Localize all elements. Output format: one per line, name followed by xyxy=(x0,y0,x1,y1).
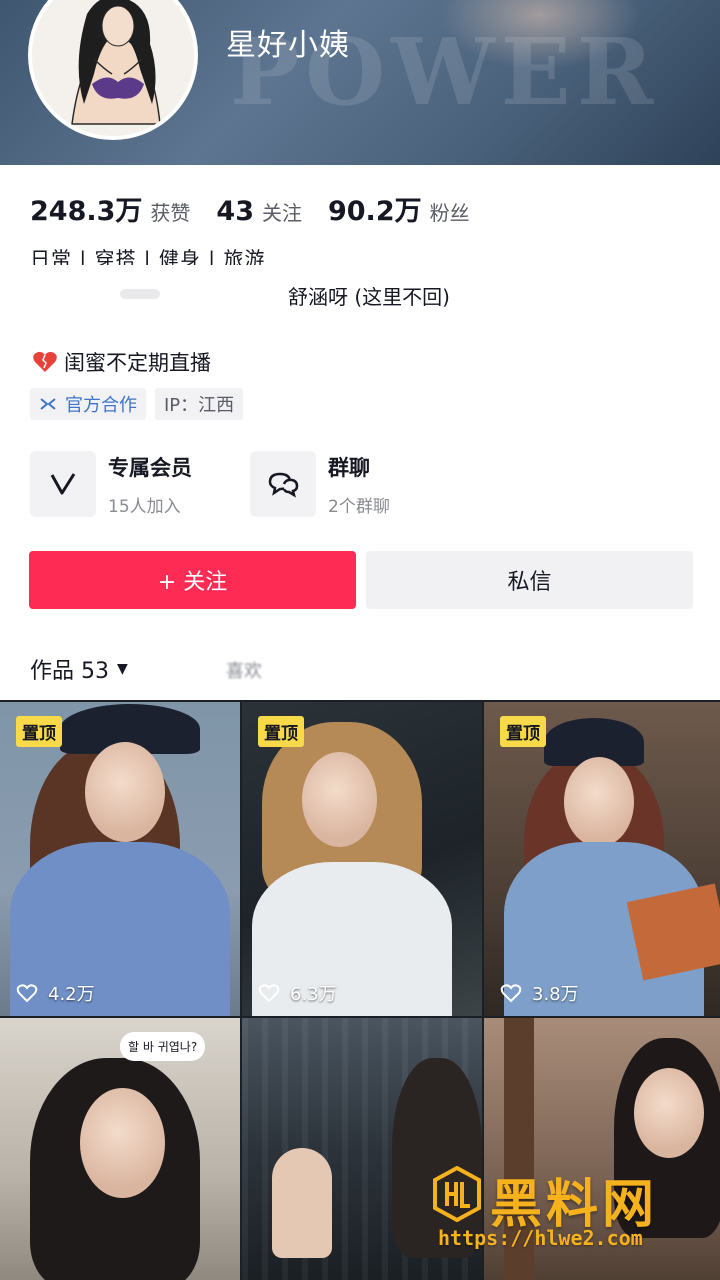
face-shape xyxy=(634,1068,704,1158)
avatar-illustration xyxy=(32,0,194,136)
face-shape xyxy=(564,757,634,847)
live-notice: 闺蜜不定期直播 xyxy=(32,347,211,377)
like-count: 3.8万 xyxy=(500,980,579,1006)
chevron-down-icon: ▼ xyxy=(117,661,128,677)
hand-shape xyxy=(272,1148,332,1258)
tab-likes[interactable]: 喜欢 xyxy=(226,657,262,683)
group-chat-title: 群聊 xyxy=(328,455,370,480)
video-thumbnail[interactable]: 할 바 귀엽나? xyxy=(0,1018,240,1280)
video-thumbnail[interactable]: 置顶 4.2万 xyxy=(0,702,240,1016)
profile-banner: POWER 星好小姨 xyxy=(0,0,720,165)
followers-count[interactable]: 90.2万 xyxy=(328,189,422,228)
profile-nickname: 星好小姨 xyxy=(226,28,350,63)
face-shape xyxy=(302,752,377,847)
likes-count[interactable]: 248.3万 xyxy=(30,189,142,228)
pinned-badge: 置顶 xyxy=(258,716,304,747)
profile-bio: 舒涵呀 (这里不回) xyxy=(288,285,450,309)
membership-icon-box xyxy=(30,451,96,517)
group-chat-icon-box xyxy=(250,451,316,517)
like-count: 6.3万 xyxy=(258,980,337,1006)
pinned-badge: 置顶 xyxy=(500,716,546,747)
pinned-badge: 置顶 xyxy=(16,716,62,747)
ip-location-label: IP：江西 xyxy=(164,395,235,416)
following-label: 关注 xyxy=(261,201,302,225)
membership-title: 专属会员 xyxy=(108,455,192,480)
profile-stats: 248.3万 获赞 43 关注 90.2万 粉丝 xyxy=(30,189,496,228)
video-thumbnail[interactable]: 置顶 3.8万 xyxy=(484,702,720,1016)
profile-card: 248.3万 获赞 43 关注 90.2万 粉丝 日常 | 穿搭 | 健身 | … xyxy=(0,165,720,700)
chat-bubbles-icon xyxy=(268,472,299,498)
clipboard-shape xyxy=(626,883,720,981)
site-watermark: 黑料网 https://hlwe2.com xyxy=(430,1162,700,1258)
site-url-text: https://hlwe2.com xyxy=(438,1226,643,1250)
membership-subtitle: 15人加入 xyxy=(108,496,181,517)
heart-outline-icon xyxy=(500,984,522,1003)
heart-outline-icon xyxy=(258,984,280,1003)
handshake-icon xyxy=(40,398,56,410)
heart-outline-icon xyxy=(16,984,38,1003)
official-cooperation-chip[interactable]: 官方合作 xyxy=(30,388,146,420)
tab-works[interactable]: 作品 53 ▼ xyxy=(30,653,128,685)
broken-heart-icon xyxy=(33,351,57,372)
text-sticker: 할 바 귀엽나? xyxy=(120,1032,206,1061)
face-shape xyxy=(85,742,165,842)
group-chat-entry[interactable]: 群聊 2个群聊 xyxy=(250,451,390,517)
redacted-mark xyxy=(120,289,160,299)
membership-entry[interactable]: 专属会员 15人加入 xyxy=(30,451,192,517)
profile-tags: 日常 | 穿搭 | 健身 | 旅游 xyxy=(30,247,266,265)
live-notice-text: 闺蜜不定期直播 xyxy=(64,351,211,375)
hexagon-logo-icon xyxy=(433,1166,481,1222)
like-count-text: 4.2万 xyxy=(48,984,95,1005)
avatar[interactable] xyxy=(28,0,198,140)
like-count-text: 6.3万 xyxy=(290,984,337,1005)
video-thumbnail[interactable]: 置顶 6.3万 xyxy=(242,702,482,1016)
ip-location-chip: IP：江西 xyxy=(155,388,244,420)
like-count: 4.2万 xyxy=(16,980,95,1006)
face-shape xyxy=(80,1088,165,1198)
membership-v-icon xyxy=(50,473,76,495)
group-chat-subtitle: 2个群聊 xyxy=(328,496,390,517)
tab-works-label: 作品 53 xyxy=(30,659,109,684)
following-count[interactable]: 43 xyxy=(216,196,254,227)
official-cooperation-label: 官方合作 xyxy=(65,395,137,416)
like-count-text: 3.8万 xyxy=(532,984,579,1005)
follow-button[interactable]: + 关注 xyxy=(29,551,356,609)
followers-label: 粉丝 xyxy=(429,201,470,225)
likes-label: 获赞 xyxy=(150,201,191,225)
message-button[interactable]: 私信 xyxy=(366,551,693,609)
